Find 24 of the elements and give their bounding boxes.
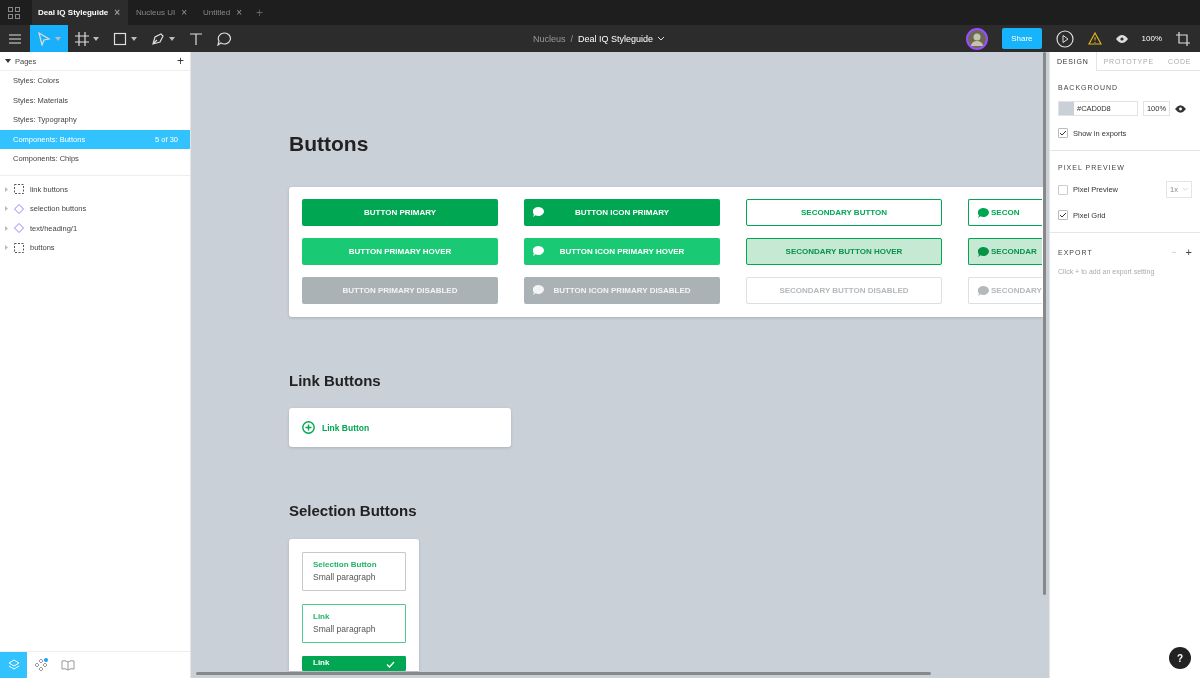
- file-name[interactable]: Deal IQ Styleguide: [578, 33, 654, 44]
- add-page-button[interactable]: +: [177, 54, 184, 68]
- selection-button[interactable]: Selection Button Small paragraph: [302, 552, 406, 591]
- icon-button[interactable]: BUTTON ICON PRIMARY: [524, 199, 720, 226]
- file-tab[interactable]: Untitled ×: [195, 0, 251, 25]
- section-heading: Buttons: [289, 132, 369, 156]
- close-icon[interactable]: ×: [114, 7, 121, 18]
- help-button[interactable]: ?: [1169, 647, 1191, 669]
- zoom-dropdown[interactable]: 100%: [1141, 34, 1162, 43]
- close-icon[interactable]: ×: [236, 7, 243, 18]
- add-button[interactable]: +: [1185, 246, 1192, 258]
- sample-button[interactable]: BUTTON PRIMARY: [302, 199, 498, 226]
- close-icon[interactable]: ×: [181, 7, 188, 18]
- file-tab[interactable]: Nucleus UI ×: [128, 0, 196, 25]
- selection-button[interactable]: Link: [302, 656, 406, 671]
- icon-button[interactable]: SECON: [968, 199, 1042, 226]
- project-name[interactable]: Nucleus: [533, 33, 566, 44]
- section-heading: Selection Buttons: [289, 502, 417, 519]
- breadcrumb-separator: /: [570, 33, 574, 44]
- link-button[interactable]: Link Button: [322, 422, 370, 433]
- sample-button[interactable]: SECONDARY BUTTON: [746, 199, 942, 226]
- section-heading: Link Buttons: [289, 372, 381, 389]
- file-tab[interactable]: Deal IQ Styleguide ×: [32, 0, 129, 25]
- selection-button[interactable]: Link Small paragraph: [302, 604, 406, 643]
